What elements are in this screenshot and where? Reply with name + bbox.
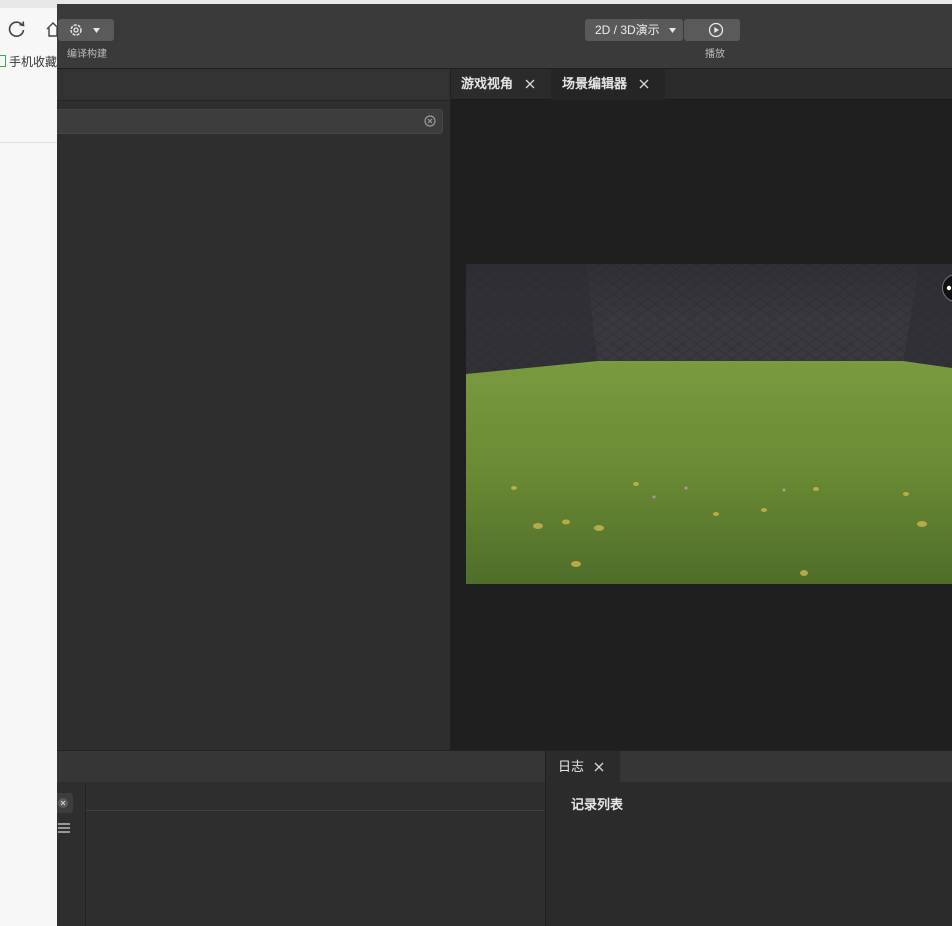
tab-scene-editor[interactable]: 场景编辑器 — [562, 69, 649, 99]
mode-select-value: 2D / 3D演示 — [595, 23, 660, 37]
caret-down-icon — [93, 28, 100, 33]
log-list-title: 记录列表 — [571, 797, 624, 812]
close-icon[interactable] — [525, 79, 535, 89]
gear-icon — [70, 24, 82, 36]
tab-log[interactable]: 日志 — [546, 751, 620, 782]
favorites-bookmark[interactable]: 手机收藏 — [0, 53, 58, 71]
assets-panel-rule — [86, 810, 545, 811]
clear-icon[interactable] — [424, 115, 436, 127]
clear-icon[interactable] — [57, 797, 69, 809]
scene-viewer: 游戏视角 场景编辑器 — [451, 69, 952, 750]
log-panel-header: 日志 — [546, 750, 952, 782]
close-icon[interactable] — [594, 762, 604, 772]
build-label: 编译构建 — [67, 49, 107, 60]
tab-game-view-label: 游戏视角 — [461, 76, 514, 91]
mode-select[interactable]: 2D / 3D演示 — [585, 19, 683, 41]
play-button[interactable] — [684, 19, 740, 41]
play-label: 播放 — [705, 49, 725, 60]
viewer-tab-bar: 游戏视角 场景编辑器 — [451, 69, 952, 100]
hierarchy-panel — [57, 69, 451, 750]
favorites-label: 手机收藏 — [9, 55, 58, 69]
tab-log-label: 日志 — [558, 759, 585, 774]
log-panel: 日志 记录列表 — [546, 750, 952, 926]
tab-scene-editor-label: 场景编辑器 — [562, 76, 628, 91]
hierarchy-search-input[interactable] — [57, 109, 443, 134]
view-gizmo-icon[interactable] — [941, 273, 952, 303]
editor-window: 编译构建 2D / 3D演示 播放 游戏视角 场景编辑器 日志 记录列表 — [57, 0, 952, 926]
scene-image — [466, 264, 952, 584]
browser-divider — [0, 142, 57, 143]
hierarchy-panel-header — [57, 69, 450, 101]
caret-down-icon — [669, 28, 676, 33]
assets-panel-divider — [85, 784, 86, 926]
build-button[interactable] — [58, 19, 114, 41]
reload-icon[interactable] — [7, 19, 27, 39]
browser-window-edge: 手机收藏 — [0, 0, 58, 926]
play-icon — [708, 22, 724, 38]
browser-tabstrip — [0, 0, 57, 8]
close-icon[interactable] — [639, 79, 649, 89]
tab-game-view[interactable]: 游戏视角 — [461, 69, 535, 99]
assets-panel-header — [57, 750, 545, 782]
main-toolbar: 编译构建 2D / 3D演示 播放 — [57, 4, 952, 69]
assets-panel — [57, 750, 546, 926]
scene-render[interactable] — [466, 264, 952, 584]
bookmark-icon — [0, 55, 6, 67]
list-menu-icon[interactable] — [58, 823, 70, 833]
